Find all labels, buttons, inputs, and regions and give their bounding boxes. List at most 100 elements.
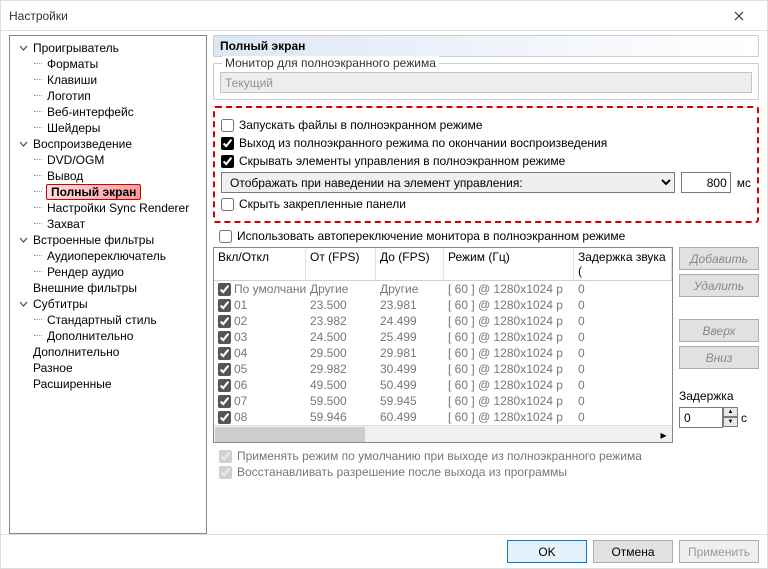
row-delay: 0 xyxy=(574,393,672,409)
tree-item[interactable]: Проигрыватель xyxy=(12,40,204,56)
tree-item[interactable]: Вывод xyxy=(12,168,204,184)
col-from[interactable]: От (FPS) xyxy=(306,248,376,280)
fps-modes-table[interactable]: Вкл/Откл От (FPS) До (FPS) Режим (Гц) За… xyxy=(213,247,673,443)
spin-down-icon[interactable]: ▼ xyxy=(723,417,738,427)
tree-item[interactable]: DVD/OGM xyxy=(12,152,204,168)
col-delay[interactable]: Задержка звука ( xyxy=(574,248,672,280)
collapse-icon[interactable] xyxy=(18,43,29,54)
settings-tree[interactable]: ПроигрывательФорматыКлавишиЛоготипВеб-ин… xyxy=(9,35,207,534)
table-row[interactable]: 0759.50059.945[ 60 ] @ 1280x1024 p0 xyxy=(214,393,672,409)
tree-item[interactable]: Расширенные xyxy=(12,376,204,392)
hide-controls-checkbox[interactable]: Скрывать элементы управления в полноэкра… xyxy=(221,154,751,168)
restore-resolution-label: Восстанавливать разрешение после выхода … xyxy=(237,465,567,479)
tree-item-label: Шейдеры xyxy=(46,121,101,135)
table-row[interactable]: 0324.50025.499[ 60 ] @ 1280x1024 p0 xyxy=(214,329,672,345)
apply-button[interactable]: Применить xyxy=(679,540,759,563)
monitor-group: Монитор для полноэкранного режима Текущи… xyxy=(213,63,759,100)
tree-item[interactable]: Форматы xyxy=(12,56,204,72)
row-checkbox[interactable] xyxy=(218,379,231,392)
row-from: Другие xyxy=(306,281,376,297)
tree-item[interactable]: Воспроизведение xyxy=(12,136,204,152)
row-delay: 0 xyxy=(574,361,672,377)
tree-item[interactable]: Настройки Sync Renderer xyxy=(12,200,204,216)
row-from: 23.500 xyxy=(306,297,376,313)
tree-item-label: Встроенные фильтры xyxy=(32,233,155,247)
collapse-icon[interactable] xyxy=(18,139,29,150)
up-button[interactable]: Вверх xyxy=(679,319,759,342)
tree-item[interactable]: Аудиопереключатель xyxy=(12,248,204,264)
row-to: 25.499 xyxy=(376,329,444,345)
tree-item[interactable]: Веб-интерфейс xyxy=(12,104,204,120)
row-mode: [ 60 ] @ 1280x1024 p xyxy=(444,393,574,409)
down-button[interactable]: Вниз xyxy=(679,346,759,369)
tree-item[interactable]: Рендер аудио xyxy=(12,264,204,280)
tree-item-label: Разное xyxy=(32,361,74,375)
collapse-icon[interactable] xyxy=(18,299,29,310)
tree-item-label: Субтитры xyxy=(32,297,89,311)
hide-pinned-checkbox[interactable]: Скрыть закрепленные панели xyxy=(221,197,751,211)
tree-item[interactable]: Субтитры xyxy=(12,296,204,312)
tree-item-label: Вывод xyxy=(46,169,84,183)
autoswitch-checkbox[interactable]: Использовать автопереключение монитора в… xyxy=(219,229,759,243)
tree-item[interactable]: Разное xyxy=(12,360,204,376)
launch-fullscreen-checkbox[interactable]: Запускать файлы в полноэкранном режиме xyxy=(221,118,751,132)
spin-up-icon[interactable]: ▲ xyxy=(723,407,738,417)
scroll-right-icon[interactable]: ▸ xyxy=(656,427,671,442)
row-checkbox[interactable] xyxy=(218,411,231,424)
row-checkbox[interactable] xyxy=(218,363,231,376)
row-checkbox[interactable] xyxy=(218,347,231,360)
tree-item[interactable]: Клавиши xyxy=(12,72,204,88)
close-button[interactable] xyxy=(719,2,759,30)
hide-pinned-label: Скрыть закрепленные панели xyxy=(239,197,406,211)
tree-item[interactable]: Дополнительно xyxy=(12,328,204,344)
row-checkbox[interactable] xyxy=(218,331,231,344)
row-checkbox[interactable] xyxy=(218,395,231,408)
delay-spinner[interactable]: ▲▼ xyxy=(723,407,738,428)
table-row[interactable]: 0429.50029.981[ 60 ] @ 1280x1024 p0 xyxy=(214,345,672,361)
tree-item[interactable]: Встроенные фильтры xyxy=(12,232,204,248)
monitor-select[interactable]: Текущий xyxy=(220,72,752,93)
tree-item[interactable]: Дополнительно xyxy=(12,344,204,360)
cancel-button[interactable]: Отмена xyxy=(593,540,673,563)
row-from: 49.500 xyxy=(306,377,376,393)
autoswitch-label: Использовать автопереключение монитора в… xyxy=(237,229,625,243)
restore-resolution-checkbox: Восстанавливать разрешение после выхода … xyxy=(219,465,759,479)
table-row[interactable]: 0123.50023.981[ 60 ] @ 1280x1024 p0 xyxy=(214,297,672,313)
row-checkbox[interactable] xyxy=(218,299,231,312)
tree-item[interactable]: Стандартный стиль xyxy=(12,312,204,328)
tree-item[interactable]: Логотип xyxy=(12,88,204,104)
tree-item-label: Проигрыватель xyxy=(32,41,120,55)
delay-label: Задержка xyxy=(679,389,759,403)
row-name: 05 xyxy=(234,361,247,377)
table-row[interactable]: 0649.50050.499[ 60 ] @ 1280x1024 p0 xyxy=(214,377,672,393)
tree-item[interactable]: Полный экран xyxy=(12,184,204,200)
col-to[interactable]: До (FPS) xyxy=(376,248,444,280)
close-icon xyxy=(734,11,744,21)
table-row[interactable]: 0223.98224.499[ 60 ] @ 1280x1024 p0 xyxy=(214,313,672,329)
dialog-footer: OK Отмена Применить xyxy=(1,534,767,568)
tree-item[interactable]: Захват xyxy=(12,216,204,232)
scroll-thumb[interactable] xyxy=(215,427,365,442)
col-enable[interactable]: Вкл/Откл xyxy=(214,248,306,280)
show-on-hover-select[interactable]: Отображать при наведении на элемент упра… xyxy=(221,172,675,193)
collapse-icon[interactable] xyxy=(18,235,29,246)
table-row[interactable]: 0859.94660.499[ 60 ] @ 1280x1024 p0 xyxy=(214,409,672,425)
tree-item[interactable]: Внешние фильтры xyxy=(12,280,204,296)
table-row[interactable]: По умолчаниюДругиеДругие[ 60 ] @ 1280x10… xyxy=(214,281,672,297)
hover-ms-input[interactable] xyxy=(681,172,731,193)
col-mode[interactable]: Режим (Гц) xyxy=(444,248,574,280)
ok-button[interactable]: OK xyxy=(507,540,587,563)
horizontal-scrollbar[interactable]: ▸ xyxy=(214,425,672,442)
table-row[interactable]: 0529.98230.499[ 60 ] @ 1280x1024 p0 xyxy=(214,361,672,377)
row-checkbox[interactable] xyxy=(218,315,231,328)
row-mode: [ 60 ] @ 1280x1024 p xyxy=(444,281,574,297)
row-checkbox[interactable] xyxy=(218,283,231,296)
row-name: 06 xyxy=(234,377,247,393)
delete-button[interactable]: Удалить xyxy=(679,274,759,297)
tree-item[interactable]: Шейдеры xyxy=(12,120,204,136)
add-button[interactable]: Добавить xyxy=(679,247,759,270)
delay-input[interactable] xyxy=(679,407,723,428)
row-to: 24.499 xyxy=(376,313,444,329)
row-mode: [ 60 ] @ 1280x1024 p xyxy=(444,409,574,425)
exit-fullscreen-checkbox[interactable]: Выход из полноэкранного режима по оконча… xyxy=(221,136,751,150)
